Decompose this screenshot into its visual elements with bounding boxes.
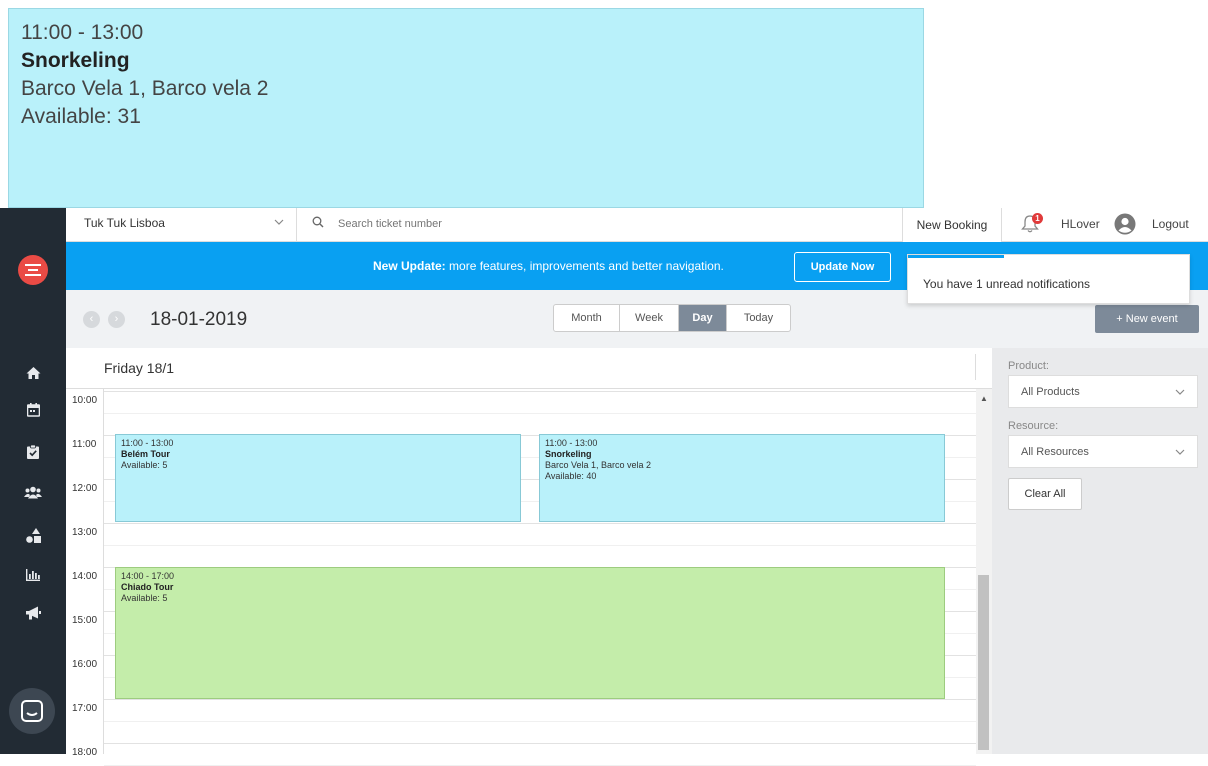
sidebar [0, 208, 66, 754]
chevron-down-icon[interactable] [274, 216, 284, 228]
vertical-scrollbar[interactable]: ▲ [976, 389, 992, 754]
event-title: Snorkeling [545, 449, 592, 459]
product-select-value: All Products [1021, 385, 1080, 398]
banner-bold: New Update: [373, 259, 446, 273]
current-date: 18-01-2019 [150, 309, 248, 330]
hour-line [104, 743, 976, 744]
zoom-event-available: Available: 31 [21, 105, 141, 128]
hour-label: 12:00 [72, 483, 98, 494]
event-title: Belém Tour [121, 449, 170, 459]
company-select[interactable]: Tuk Tuk Lisboa [84, 216, 165, 230]
hour-label: 18:00 [72, 747, 98, 758]
event-resources: Barco Vela 1, Barco vela 2 [545, 460, 652, 470]
sidebar-item-calendar[interactable] [0, 403, 66, 421]
view-day-button[interactable]: Day [679, 305, 727, 331]
shapes-icon [25, 528, 41, 543]
chevron-down-icon [1175, 449, 1185, 455]
hour-line [104, 391, 976, 392]
chat-icon [21, 700, 43, 722]
home-icon [26, 367, 40, 379]
hour-label: 16:00 [72, 659, 98, 670]
menu-lines-icon [25, 264, 41, 276]
event-available: Available: 5 [121, 460, 168, 470]
notification-text[interactable]: You have 1 unread notifications [923, 277, 1090, 291]
new-booking-button[interactable]: New Booking [902, 208, 1002, 242]
sidebar-item-products[interactable] [0, 528, 66, 547]
calendar-event[interactable]: 11:00 - 13:00 Belém Tour Available: 5 [115, 434, 521, 522]
half-hour-line [104, 545, 976, 546]
event-title: Chiado Tour [121, 582, 174, 592]
hour-line [104, 699, 976, 700]
view-week-button[interactable]: Week [620, 305, 679, 331]
sidebar-item-customers[interactable] [0, 486, 66, 503]
users-icon [24, 486, 42, 499]
scroll-up-icon[interactable]: ▲ [980, 394, 988, 403]
event-available: Available: 40 [545, 471, 597, 481]
hour-line [104, 523, 976, 524]
calendar-event[interactable]: 14:00 - 17:00 Chiado Tour Available: 5 [115, 567, 945, 699]
clear-all-button[interactable]: Clear All [1008, 478, 1082, 510]
app-logo[interactable] [18, 255, 48, 285]
top-bar: Tuk Tuk Lisboa New Booking 1 HLover Logo… [66, 208, 1208, 242]
event-time: 14:00 - 17:00 [121, 571, 175, 581]
notification-popup: You have 1 unread notifications [907, 254, 1190, 304]
hour-label: 17:00 [72, 703, 98, 714]
day-header: Friday 18/1 [104, 360, 175, 376]
banner-text: more features, improvements and better n… [445, 259, 724, 273]
update-now-button[interactable]: Update Now [794, 252, 891, 282]
hour-label: 10:00 [72, 395, 98, 406]
event-available: Available: 5 [121, 593, 168, 603]
resource-select-value: All Resources [1021, 445, 1089, 458]
username[interactable]: HLover [1061, 217, 1100, 231]
event-zoom-callout: 11:00 - 13:00 Snorkeling Barco Vela 1, B… [8, 8, 924, 208]
banner-message: New Update: more features, improvements … [373, 259, 724, 273]
sidebar-item-reports[interactable] [0, 568, 66, 585]
day-calendar: Friday 18/1 11:00 - 13:00 Belém Tour Avail… [66, 348, 992, 766]
half-hour-line [104, 721, 976, 722]
prev-button[interactable]: ‹ [83, 311, 100, 328]
product-select[interactable]: All Products [1008, 375, 1198, 408]
calendar-event[interactable]: 11:00 - 13:00 Snorkeling Barco Vela 1, Bar… [539, 434, 945, 522]
search-input[interactable] [338, 214, 898, 234]
view-switcher: Month Week Day Today [553, 304, 791, 332]
divider [66, 388, 992, 389]
scroll-thumb[interactable] [978, 575, 989, 750]
zoom-event-time: 11:00 - 13:00 [21, 21, 144, 44]
hour-label: 14:00 [72, 571, 98, 582]
sidebar-item-marketing[interactable] [0, 606, 66, 624]
calendar-icon [26, 403, 40, 417]
notification-count-badge: 1 [1032, 213, 1043, 224]
popup-accent [908, 255, 1004, 258]
resource-select[interactable]: All Resources [1008, 435, 1198, 468]
sidebar-item-bookings[interactable] [0, 444, 66, 463]
chevron-right-icon: › [114, 313, 119, 325]
filters-panel: Product: All Products Resource: All Reso… [992, 348, 1208, 754]
hour-label: 13:00 [72, 527, 98, 538]
divider [975, 354, 976, 380]
event-time: 11:00 - 13:00 [545, 438, 598, 448]
clipboard-check-icon [27, 444, 39, 459]
hour-label: 15:00 [72, 615, 98, 626]
chat-launcher[interactable] [9, 688, 55, 734]
view-today-button[interactable]: Today [727, 305, 790, 331]
new-event-button[interactable]: + New event [1095, 305, 1199, 333]
sidebar-item-home[interactable] [0, 366, 66, 384]
product-label: Product: [1008, 360, 1049, 372]
chevron-left-icon: ‹ [89, 313, 94, 325]
chevron-down-icon [1175, 389, 1185, 395]
avatar-icon[interactable] [1114, 213, 1136, 240]
search-icon [312, 215, 324, 233]
zoom-event-resources: Barco Vela 1, Barco vela 2 [21, 77, 269, 100]
event-time: 11:00 - 13:00 [121, 438, 174, 448]
next-button[interactable]: › [108, 311, 125, 328]
bar-chart-icon [26, 569, 40, 581]
zoom-event-title: Snorkeling [21, 49, 130, 72]
logout-link[interactable]: Logout [1152, 217, 1189, 231]
view-month-button[interactable]: Month [554, 305, 620, 331]
hour-label: 11:00 [72, 439, 97, 450]
half-hour-line [104, 413, 976, 414]
resource-label: Resource: [1008, 420, 1059, 432]
divider [296, 208, 297, 242]
megaphone-icon [26, 606, 41, 620]
